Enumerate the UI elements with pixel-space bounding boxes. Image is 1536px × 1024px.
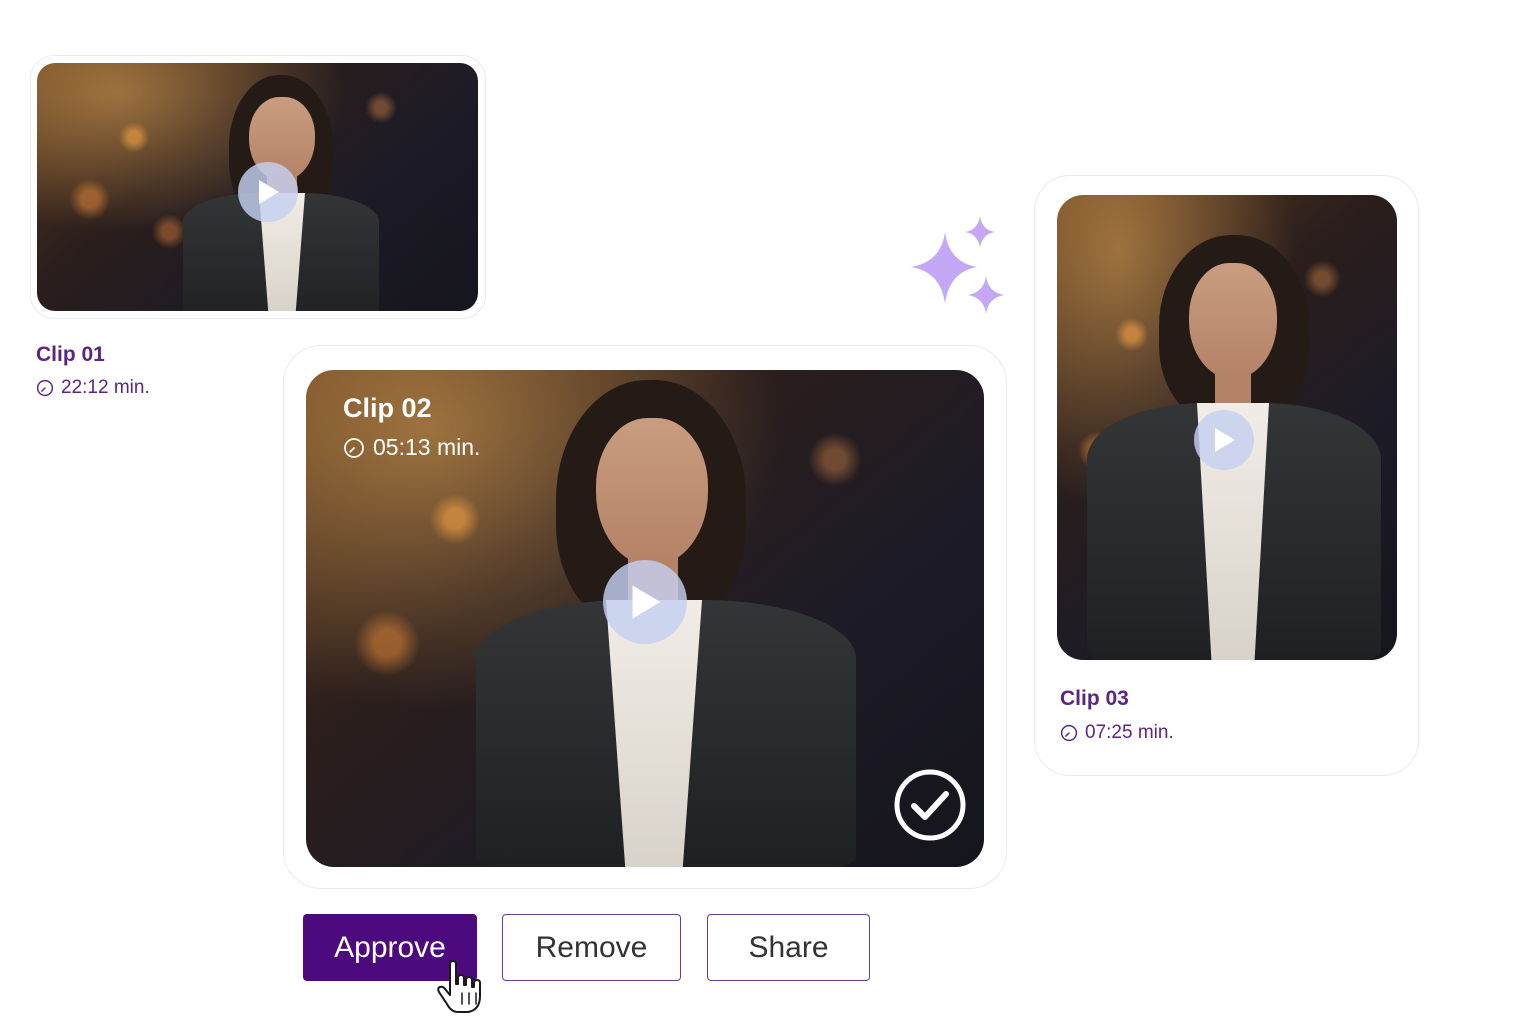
clip-02-duration-text: 05:13 min. [373,434,481,460]
hand-pointer-icon [437,960,481,1013]
clip-03-title: Clip 03 [1060,687,1129,710]
play-icon [1215,428,1235,452]
play-button-02[interactable] [603,560,687,644]
play-icon [259,180,279,204]
play-button-03[interactable] [1194,410,1254,470]
clock-icon [36,379,54,397]
share-button[interactable]: Share [707,914,870,981]
play-icon [632,585,661,619]
clip-01-duration-text: 22:12 min. [61,377,150,398]
play-button-01[interactable] [238,162,298,222]
clip-03-duration: 07:25 min. [1060,722,1174,744]
sparkle-icon [911,216,1004,314]
clip-02-title: Clip 02 [343,393,432,423]
clock-icon [1060,724,1078,742]
clip-01-title: Clip 01 [36,343,105,366]
clip-02-duration: 05:13 min. [343,434,480,461]
clip-01-duration: 22:12 min. [36,377,150,399]
check-circle-icon [894,769,966,841]
clock-icon [344,437,364,458]
clip-03-duration-text: 07:25 min. [1085,722,1174,743]
remove-button[interactable]: Remove [502,914,681,981]
